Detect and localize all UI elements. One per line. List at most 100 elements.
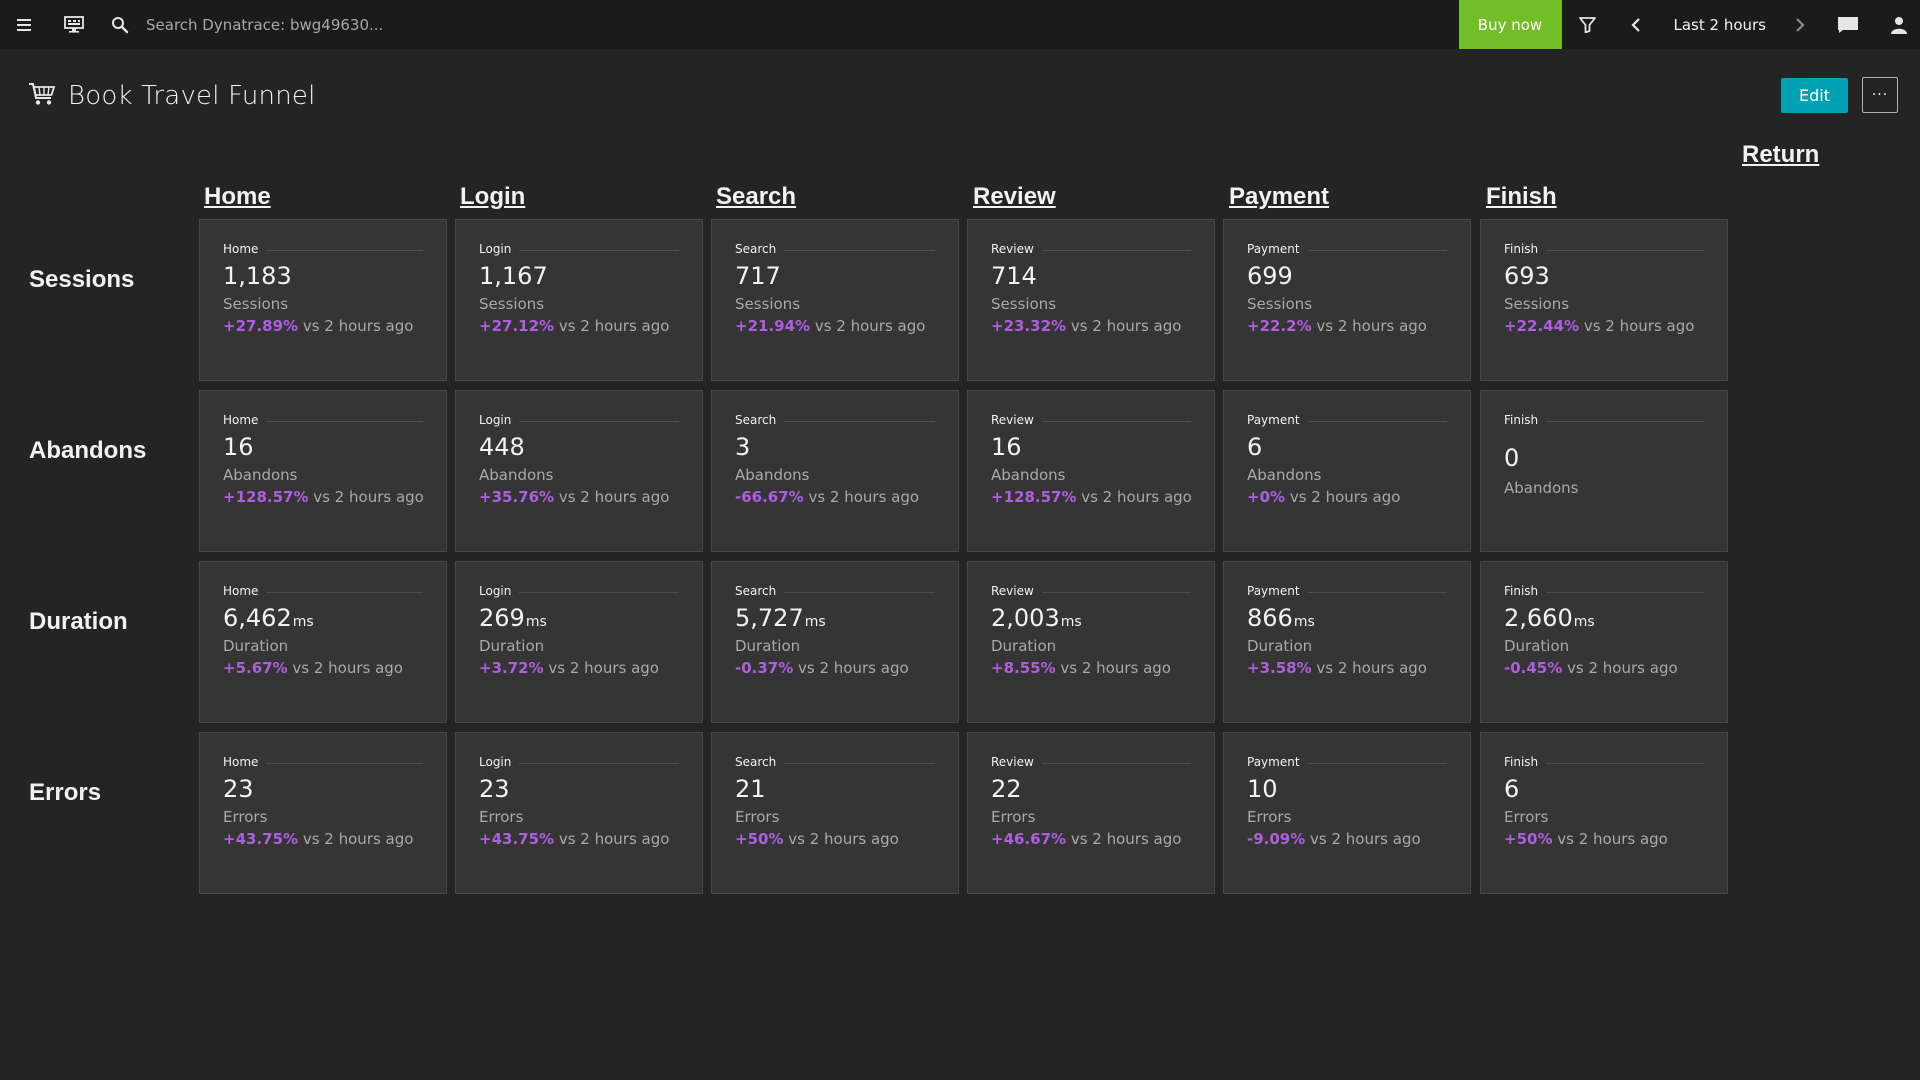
- tile-divider: [519, 250, 679, 251]
- metric-tile-sessions-finish[interactable]: Finish 693 Sessions +22.44% vs 2 hours ago: [1480, 219, 1728, 381]
- metric-tile-abandons-search[interactable]: Search 3 Abandons -66.67% vs 2 hours ago: [711, 390, 959, 552]
- metric-tile-abandons-finish[interactable]: Finish 0 Abandons: [1480, 390, 1728, 552]
- user-icon[interactable]: [1878, 0, 1920, 49]
- tile-metric-label: Abandons: [1504, 479, 1579, 497]
- tile-change: +3.58% vs 2 hours ago: [1247, 659, 1427, 677]
- tile-change: +128.57% vs 2 hours ago: [223, 488, 424, 506]
- chevron-right-icon[interactable]: [1782, 0, 1818, 49]
- tile-value-number: 2,660: [1504, 604, 1573, 632]
- metric-tile-abandons-login[interactable]: Login 448 Abandons +35.76% vs 2 hours ago: [455, 390, 703, 552]
- tile-value-number: 1,183: [223, 262, 292, 290]
- tile-divider: [266, 592, 423, 593]
- metric-tile-duration-review[interactable]: Review 2,003ms Duration +8.55% vs 2 hours a…: [967, 561, 1215, 723]
- tile-change-percent: -9.09%: [1247, 830, 1306, 848]
- tile-change: +46.67% vs 2 hours ago: [991, 830, 1181, 848]
- tile-value: 16: [991, 433, 1022, 461]
- tile-value: 10: [1247, 775, 1278, 803]
- tile-change-comparison: vs 2 hours ago: [287, 659, 403, 677]
- column-link-home[interactable]: Home: [204, 183, 271, 211]
- tile-divider: [1308, 421, 1447, 422]
- metric-tile-duration-login[interactable]: Login 269ms Duration +3.72% vs 2 hours ago: [455, 561, 703, 723]
- tile-metric-label: Duration: [735, 637, 801, 655]
- search-box[interactable]: [100, 0, 526, 49]
- tile-change-comparison: vs 2 hours ago: [1579, 317, 1695, 335]
- metric-tile-sessions-review[interactable]: Review 714 Sessions +23.32% vs 2 hours ago: [967, 219, 1215, 381]
- metric-tile-errors-home[interactable]: Home 23 Errors +43.75% vs 2 hours ago: [199, 732, 447, 894]
- tile-metric-label: Abandons: [479, 466, 554, 484]
- search-input[interactable]: [146, 9, 526, 40]
- dashboard-screen-icon[interactable]: [48, 0, 100, 49]
- metric-tile-sessions-search[interactable]: Search 717 Sessions +21.94% vs 2 hours ago: [711, 219, 959, 381]
- tile-title: Payment: [1247, 584, 1300, 598]
- buy-now-button[interactable]: Buy now: [1458, 0, 1562, 49]
- tile-divider: [1308, 592, 1447, 593]
- tile-change: +0% vs 2 hours ago: [1247, 488, 1400, 506]
- tile-title: Login: [479, 584, 512, 598]
- metric-tile-errors-finish[interactable]: Finish 6 Errors +50% vs 2 hours ago: [1480, 732, 1728, 894]
- tile-change-comparison: vs 2 hours ago: [1285, 488, 1401, 506]
- metric-tile-errors-payment[interactable]: Payment 10 Errors -9.09% vs 2 hours ago: [1223, 732, 1471, 894]
- tile-title: Home: [223, 413, 259, 427]
- tile-change-comparison: vs 2 hours ago: [1066, 317, 1182, 335]
- column-link-search[interactable]: Search: [716, 183, 796, 211]
- search-icon[interactable]: [100, 0, 140, 49]
- metric-tile-errors-review[interactable]: Review 22 Errors +46.67% vs 2 hours ago: [967, 732, 1215, 894]
- edit-button[interactable]: Edit: [1781, 78, 1848, 113]
- tile-change: +128.57% vs 2 hours ago: [991, 488, 1192, 506]
- tile-metric-label: Errors: [479, 808, 524, 826]
- column-link-finish[interactable]: Finish: [1486, 183, 1557, 211]
- tile-change-comparison: vs 2 hours ago: [554, 830, 670, 848]
- filter-icon[interactable]: [1562, 0, 1614, 49]
- tile-value-number: 10: [1247, 775, 1278, 803]
- metric-tile-errors-search[interactable]: Search 21 Errors +50% vs 2 hours ago: [711, 732, 959, 894]
- tile-value-unit: ms: [1060, 614, 1082, 630]
- tile-change: -66.67% vs 2 hours ago: [735, 488, 919, 506]
- metric-tile-abandons-payment[interactable]: Payment 6 Abandons +0% vs 2 hours ago: [1223, 390, 1471, 552]
- metric-tile-errors-login[interactable]: Login 23 Errors +43.75% vs 2 hours ago: [455, 732, 703, 894]
- chat-icon[interactable]: [1818, 0, 1878, 49]
- metric-tile-abandons-review[interactable]: Review 16 Abandons +128.57% vs 2 hours ago: [967, 390, 1215, 552]
- return-link[interactable]: Return: [1742, 141, 1819, 169]
- metric-tile-abandons-home[interactable]: Home 16 Abandons +128.57% vs 2 hours ago: [199, 390, 447, 552]
- shopping-cart-icon: [28, 81, 56, 111]
- timeframe-selector[interactable]: Last 2 hours: [1658, 16, 1783, 34]
- column-link-login[interactable]: Login: [460, 183, 525, 211]
- tile-value: 3: [735, 433, 750, 461]
- metric-tile-sessions-login[interactable]: Login 1,167 Sessions +27.12% vs 2 hours ago: [455, 219, 703, 381]
- hamburger-menu-icon[interactable]: [0, 0, 48, 49]
- tile-change: +8.55% vs 2 hours ago: [991, 659, 1171, 677]
- row-label-duration: Duration: [29, 608, 128, 635]
- tile-change-comparison: vs 2 hours ago: [1311, 659, 1427, 677]
- tile-change: +22.2% vs 2 hours ago: [1247, 317, 1427, 335]
- tile-change-percent: +46.67%: [991, 830, 1067, 848]
- tile-change: +50% vs 2 hours ago: [1504, 830, 1668, 848]
- tile-metric-label: Abandons: [735, 466, 810, 484]
- tile-metric-label: Sessions: [479, 295, 545, 313]
- tile-value-number: 2,003: [991, 604, 1060, 632]
- tile-value-number: 0: [1504, 444, 1520, 472]
- tile-change-percent: +22.44%: [1504, 317, 1580, 335]
- metric-tile-duration-home[interactable]: Home 6,462ms Duration +5.67% vs 2 hours ago: [199, 561, 447, 723]
- tile-change-percent: +21.94%: [735, 317, 811, 335]
- column-link-payment[interactable]: Payment: [1229, 183, 1329, 211]
- metric-tile-duration-finish[interactable]: Finish 2,660ms Duration -0.45% vs 2 hours a…: [1480, 561, 1728, 723]
- tile-metric-label: Errors: [735, 808, 780, 826]
- tile-value: 16: [223, 433, 254, 461]
- tile-metric-label: Errors: [991, 808, 1036, 826]
- metric-tile-sessions-payment[interactable]: Payment 699 Sessions +22.2% vs 2 hours ago: [1223, 219, 1471, 381]
- tile-value: 6: [1247, 433, 1262, 461]
- tile-title: Review: [991, 584, 1034, 598]
- tile-divider: [519, 421, 679, 422]
- column-link-review[interactable]: Review: [973, 183, 1056, 211]
- tile-change: -0.45% vs 2 hours ago: [1504, 659, 1678, 677]
- chevron-left-icon[interactable]: [1614, 0, 1658, 49]
- more-options-button[interactable]: ···: [1862, 77, 1898, 113]
- tile-change: +43.75% vs 2 hours ago: [223, 830, 413, 848]
- row-label-errors: Errors: [29, 779, 102, 806]
- tile-value: 0: [1504, 444, 1519, 472]
- metric-tile-duration-search[interactable]: Search 5,727ms Duration -0.37% vs 2 hours a…: [711, 561, 959, 723]
- tile-metric-label: Duration: [1504, 637, 1570, 655]
- metric-tile-sessions-home[interactable]: Home 1,183 Sessions +27.89% vs 2 hours ago: [199, 219, 447, 381]
- metric-tile-duration-payment[interactable]: Payment 866ms Duration +3.58% vs 2 hours ag…: [1223, 561, 1471, 723]
- tile-value-unit: ms: [804, 614, 826, 630]
